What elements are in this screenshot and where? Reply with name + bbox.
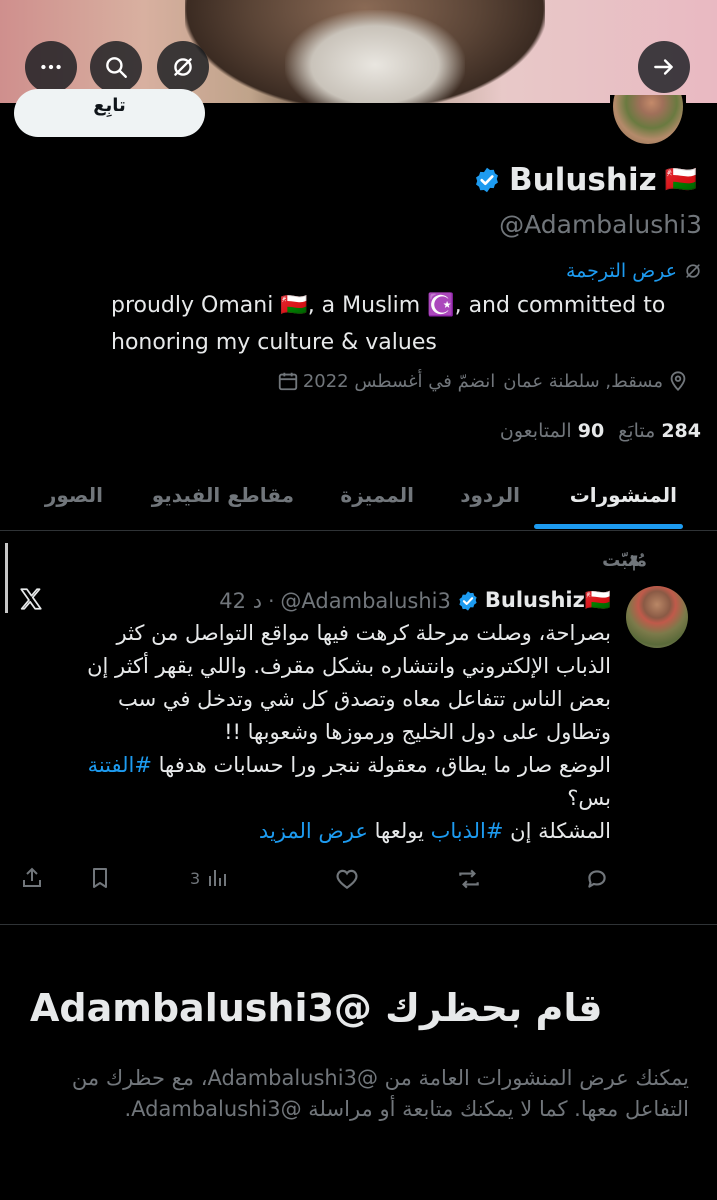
- x-logo-icon: [18, 586, 44, 612]
- post-line: بس؟: [567, 786, 611, 810]
- follow-label: تابِع: [93, 94, 126, 116]
- followers-label: المتابعون: [499, 420, 572, 442]
- profile-handle: @Adambalushi3: [499, 210, 702, 239]
- back-button[interactable]: [638, 41, 690, 93]
- heart-icon: [334, 866, 360, 892]
- verified-badge-icon: [457, 590, 479, 612]
- active-tab-indicator: [534, 524, 683, 529]
- post-line: وتطاول على دول الخليج ورموزها وشعوبها !!: [224, 720, 611, 744]
- post-line: بعض الناس تتفاعل معاه وتصدق كل شي وتدخل …: [118, 687, 611, 711]
- bookmark-button[interactable]: [88, 866, 112, 890]
- post-line: الوضع صار ما يطاق، معقولة ننجر ورا حسابا…: [11, 749, 611, 782]
- following-label: متابَع: [618, 420, 656, 442]
- location-pin-icon: [667, 370, 689, 392]
- tab-posts[interactable]: المنشورات: [570, 483, 677, 507]
- joined-text: انضمّ في أغسطس 2022: [302, 370, 496, 392]
- post-body[interactable]: بصراحة، وصلت مرحلة كرهت فيها مواقع التوا…: [11, 617, 611, 848]
- follow-counts: 284 متابَع 90 المتابعون: [500, 420, 701, 442]
- post-text-fragment: يولعها: [367, 819, 431, 843]
- post-author-avatar[interactable]: [626, 586, 688, 648]
- tab-replies[interactable]: الردود: [460, 483, 520, 507]
- show-more-link[interactable]: عرض المزيد: [259, 819, 368, 843]
- tab-videos[interactable]: مقاطع الفيديو: [152, 483, 294, 507]
- verified-badge-icon: [473, 166, 501, 194]
- like-button[interactable]: [334, 866, 360, 892]
- repost-button[interactable]: [456, 866, 482, 892]
- oman-flag-icon: 🇴🇲: [664, 165, 697, 195]
- calendar-icon: [277, 370, 299, 392]
- scroll-indicator: [5, 543, 8, 613]
- views-count: 3: [190, 868, 201, 888]
- post-header: 42 د · @Adambalushi3 Bulushiz🇴🇲: [219, 588, 611, 613]
- profile-name-row: Bulushiz 🇴🇲: [473, 162, 697, 198]
- post-text-fragment: الوضع صار ما يطاق، معقولة ننجر ورا حسابا…: [151, 753, 611, 777]
- search-button[interactable]: [90, 41, 142, 93]
- analytics-icon: [206, 866, 230, 890]
- post-line: الذباب الإلكتروني وانتشاره بشكل مقرف. وا…: [87, 654, 611, 678]
- post-author-name[interactable]: Bulushiz🇴🇲: [485, 588, 611, 613]
- blocked-description: يمكنك عرض المنشورات العامة من @Adambalus…: [71, 1066, 689, 1121]
- bio-line: honoring my culture & values: [111, 330, 437, 355]
- following-count: 284: [661, 420, 701, 442]
- translate-off-icon: [170, 54, 196, 80]
- follow-button[interactable]: تابِع: [14, 89, 205, 137]
- post-line: المشكلة إن #الذباب يولعها عرض المزيد: [11, 815, 611, 848]
- reply-icon: [584, 866, 610, 892]
- banner-photo-detail: [285, 10, 465, 103]
- pin-icon: [624, 553, 644, 573]
- followers-count-link[interactable]: 90 المتابعون: [500, 420, 604, 442]
- avatar-image: [613, 95, 683, 144]
- share-icon: [20, 866, 44, 890]
- post-line: بصراحة، وصلت مرحلة كرهت فيها مواقع التوا…: [116, 621, 612, 645]
- post-time[interactable]: 42 د: [219, 589, 262, 613]
- more-button[interactable]: [25, 41, 77, 93]
- bookmark-icon: [88, 866, 112, 890]
- translate-label: عرض الترجمة: [565, 260, 677, 282]
- tab-highlights[interactable]: المميزة: [340, 483, 414, 507]
- location-text: مسقط, سلطنة عمان: [503, 370, 663, 392]
- section-divider: [0, 924, 717, 925]
- translate-icon: [683, 261, 703, 281]
- profile-name: Bulushiz: [509, 162, 657, 198]
- dot-separator: ·: [268, 588, 275, 613]
- repost-icon: [456, 866, 482, 892]
- blocked-title: قام بحظرك @Adambalushi3: [30, 986, 603, 1030]
- tab-photos[interactable]: الصور: [45, 483, 103, 507]
- location: مسقط, سلطنة عمان: [503, 370, 689, 392]
- show-translation-link[interactable]: عرض الترجمة: [566, 260, 703, 282]
- followers-count: 90: [577, 420, 605, 442]
- join-date: انضمّ في أغسطس 2022: [277, 370, 495, 392]
- profile-bio: proudly Omani 🇴🇲, a Muslim ☪️, and commi…: [111, 287, 711, 361]
- following-count-link[interactable]: 284 متابَع: [618, 420, 701, 442]
- profile-avatar[interactable]: [610, 95, 686, 147]
- reply-button[interactable]: [584, 866, 610, 892]
- profile-meta: مسقط, سلطنة عمان انضمّ في أغسطس 2022: [277, 370, 689, 392]
- translate-off-button[interactable]: [157, 41, 209, 93]
- post-text-fragment: المشكلة إن: [503, 819, 611, 843]
- hashtag-link[interactable]: #الذباب: [431, 819, 504, 843]
- more-icon: [38, 54, 64, 80]
- search-icon: [103, 54, 129, 80]
- bio-line: proudly Omani 🇴🇲, a Muslim ☪️, and commi…: [111, 293, 666, 318]
- share-button[interactable]: [20, 866, 44, 890]
- post-author-handle[interactable]: @Adambalushi3: [280, 589, 450, 613]
- arrow-right-icon: [651, 54, 677, 80]
- profile-tabs: المنشورات الردود المميزة مقاطع الفيديو ا…: [0, 465, 717, 531]
- hashtag-link[interactable]: #الفتنة: [88, 753, 152, 777]
- views-button[interactable]: 3: [190, 866, 230, 890]
- post-actions: 3: [14, 866, 614, 894]
